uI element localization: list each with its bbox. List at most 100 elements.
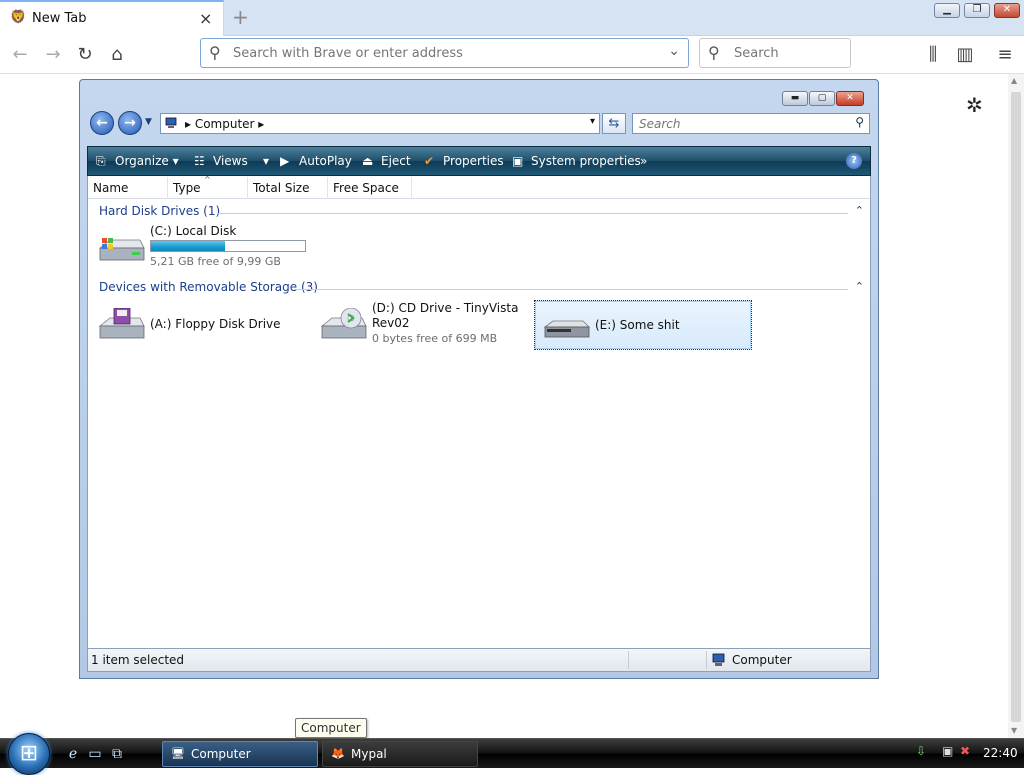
scrollbar-thumb[interactable] [1011, 92, 1021, 722]
forward-button[interactable]: → [118, 111, 142, 135]
column-header-type[interactable]: ^ Type [168, 175, 248, 199]
drive-free-space: 0 bytes free of 699 MB [372, 332, 498, 345]
file-view: Name ^ Type Total Size Free Space Hard Di… [87, 175, 871, 648]
more-commands-button[interactable]: » [640, 154, 647, 168]
column-header-total-size[interactable]: Total Size [248, 177, 328, 199]
removable-drive-icon [543, 320, 590, 338]
window-maximize-button[interactable]: ▢ [809, 91, 835, 106]
safely-remove-icon[interactable]: ⇩ [916, 744, 926, 758]
properties-button[interactable]: ✔ Properties [424, 154, 504, 168]
browser-restore-button[interactable]: ❐ [964, 3, 990, 18]
taskbar-button-label: Computer [191, 747, 251, 761]
organize-label: Organize [115, 154, 169, 168]
group-label: Devices with Removable Storage (3) [99, 280, 318, 294]
views-icon: ☷ [194, 154, 205, 168]
group-removable-storage[interactable]: Devices with Removable Storage (3) ⌃ [88, 280, 870, 298]
eject-label: Eject [381, 154, 411, 168]
explorer-search-box[interactable]: ⚲ [632, 113, 870, 134]
chevron-down-icon[interactable]: ⌄ [668, 43, 680, 59]
drive-usage-bar [150, 240, 306, 252]
views-button[interactable]: ☷ Views ▾ [194, 154, 269, 168]
volume-muted-icon[interactable]: ✖ [960, 744, 970, 758]
taskbar-button-label: Mypal [351, 747, 387, 761]
taskbar-tooltip: Computer [295, 718, 367, 738]
drive-item-c[interactable]: (C:) Local Disk 5,21 GB free of 9,99 GB [90, 224, 312, 274]
recent-pages-chevron-icon[interactable]: ▼ [145, 117, 152, 127]
group-hard-disk-drives[interactable]: Hard Disk Drives (1) ⌃ [88, 204, 870, 222]
back-arrow-icon[interactable]: ← [9, 44, 31, 66]
network-icon[interactable]: ▣ [942, 744, 953, 758]
drive-item-e[interactable]: (E:) Some shit [534, 300, 752, 350]
taskbar-button-computer[interactable]: 🖥 Computer [162, 741, 318, 767]
explorer-address-bar[interactable]: ▸ Computer ▸ ▾ [160, 113, 600, 134]
tab-bar: 🦁 New Tab × + ▁ ❐ ✕ [0, 0, 1024, 36]
browser-close-button[interactable]: ✕ [994, 3, 1020, 18]
drive-item-d[interactable]: (D:) CD Drive - TinyVista Rev02 0 bytes … [312, 300, 534, 350]
navigation-bar: ← → ↻ ⌂ ⚲ ⌄ ⚲ ⫼ ▥ ≡ [0, 36, 1024, 74]
library-icon[interactable]: ⫼ [922, 44, 944, 66]
organize-button[interactable]: ⎘ Organize ▾ [96, 154, 179, 169]
eject-icon: ⏏ [362, 154, 374, 168]
browser-minimize-button[interactable]: ▁ [934, 3, 960, 18]
start-button[interactable]: ⊞ [8, 733, 50, 775]
new-tab-button[interactable]: + [232, 5, 249, 29]
properties-label: Properties [443, 154, 504, 168]
window-caption-buttons: ▬ ▢ ✕ [782, 89, 865, 106]
reload-icon[interactable]: ↻ [74, 44, 96, 66]
clock[interactable]: 22:40 [983, 746, 1018, 760]
mypal-icon: 🦊 [331, 747, 345, 760]
forward-arrow-icon[interactable]: → [42, 44, 64, 66]
tab-new-tab[interactable]: 🦁 New Tab × [0, 0, 224, 36]
properties-icon: ✔ [424, 154, 435, 168]
home-icon[interactable]: ⌂ [106, 44, 128, 66]
autoplay-button[interactable]: ▶ AutoPlay [280, 154, 352, 168]
drive-name: (C:) Local Disk [150, 224, 237, 238]
internet-explorer-icon[interactable]: ℯ [64, 745, 82, 763]
breadcrumb[interactable]: ▸ Computer ▸ [185, 117, 264, 131]
system-properties-icon: ▣ [512, 154, 524, 168]
menu-icon[interactable]: ≡ [994, 44, 1016, 66]
page-scrollbar[interactable]: ▲ ▼ [1008, 74, 1024, 738]
taskbar: ⊞ ℯ ▭ ⧉ 🖥 Computer 🦊 Mypal ⇩ ▣ ✖ 22:40 [0, 733, 1024, 775]
address-dropdown-icon[interactable]: ▾ [590, 116, 595, 127]
gear-icon[interactable]: ✲ [966, 93, 983, 117]
sidebar-icon[interactable]: ▥ [954, 44, 976, 66]
sort-arrow-icon: ^ [204, 175, 211, 184]
column-header-free-space[interactable]: Free Space [328, 177, 412, 199]
address-input[interactable] [231, 44, 651, 62]
search-icon[interactable]: ⚲ [855, 115, 864, 129]
explorer-search-input[interactable] [637, 116, 837, 132]
taskbar-button-mypal[interactable]: 🦊 Mypal [322, 741, 478, 767]
column-header-name[interactable]: Name [88, 177, 168, 199]
group-divider [218, 213, 848, 214]
hard-drive-icon [98, 238, 145, 261]
window-close-button[interactable]: ✕ [836, 91, 864, 106]
scroll-down-icon[interactable]: ▼ [1011, 726, 1017, 735]
autoplay-icon: ▶ [280, 154, 290, 168]
eject-button[interactable]: ⏏ Eject [362, 154, 411, 168]
collapse-chevron-icon[interactable]: ⌃ [855, 280, 864, 293]
floppy-drive-icon [98, 308, 145, 339]
search-box[interactable]: ⚲ [699, 38, 851, 68]
tab-close-icon[interactable]: × [199, 9, 212, 28]
system-properties-button[interactable]: ▣ System properties [512, 154, 641, 168]
window-minimize-button[interactable]: ▬ [782, 91, 808, 106]
scroll-up-icon[interactable]: ▲ [1011, 76, 1017, 85]
address-bar[interactable]: ⚲ ⌄ [200, 38, 689, 68]
status-location: Computer [732, 653, 792, 667]
back-button[interactable]: ← [90, 111, 114, 135]
organize-icon: ⎘ [96, 154, 106, 168]
refresh-button[interactable]: ⇆ [602, 113, 626, 134]
status-divider [706, 651, 707, 669]
switch-windows-icon[interactable]: ⧉ [108, 745, 126, 763]
column-headers: Name ^ Type Total Size Free Space [88, 175, 870, 199]
search-input[interactable] [732, 44, 842, 62]
computer-icon [165, 117, 177, 128]
collapse-chevron-icon[interactable]: ⌃ [855, 204, 864, 217]
show-desktop-icon[interactable]: ▭ [86, 745, 104, 763]
cd-drive-icon [320, 308, 367, 339]
help-icon[interactable]: ? [846, 153, 862, 169]
drive-item-a[interactable]: (A:) Floppy Disk Drive [90, 300, 312, 350]
brave-lion-icon: 🦁 [10, 10, 27, 25]
system-properties-label: System properties [531, 154, 641, 168]
